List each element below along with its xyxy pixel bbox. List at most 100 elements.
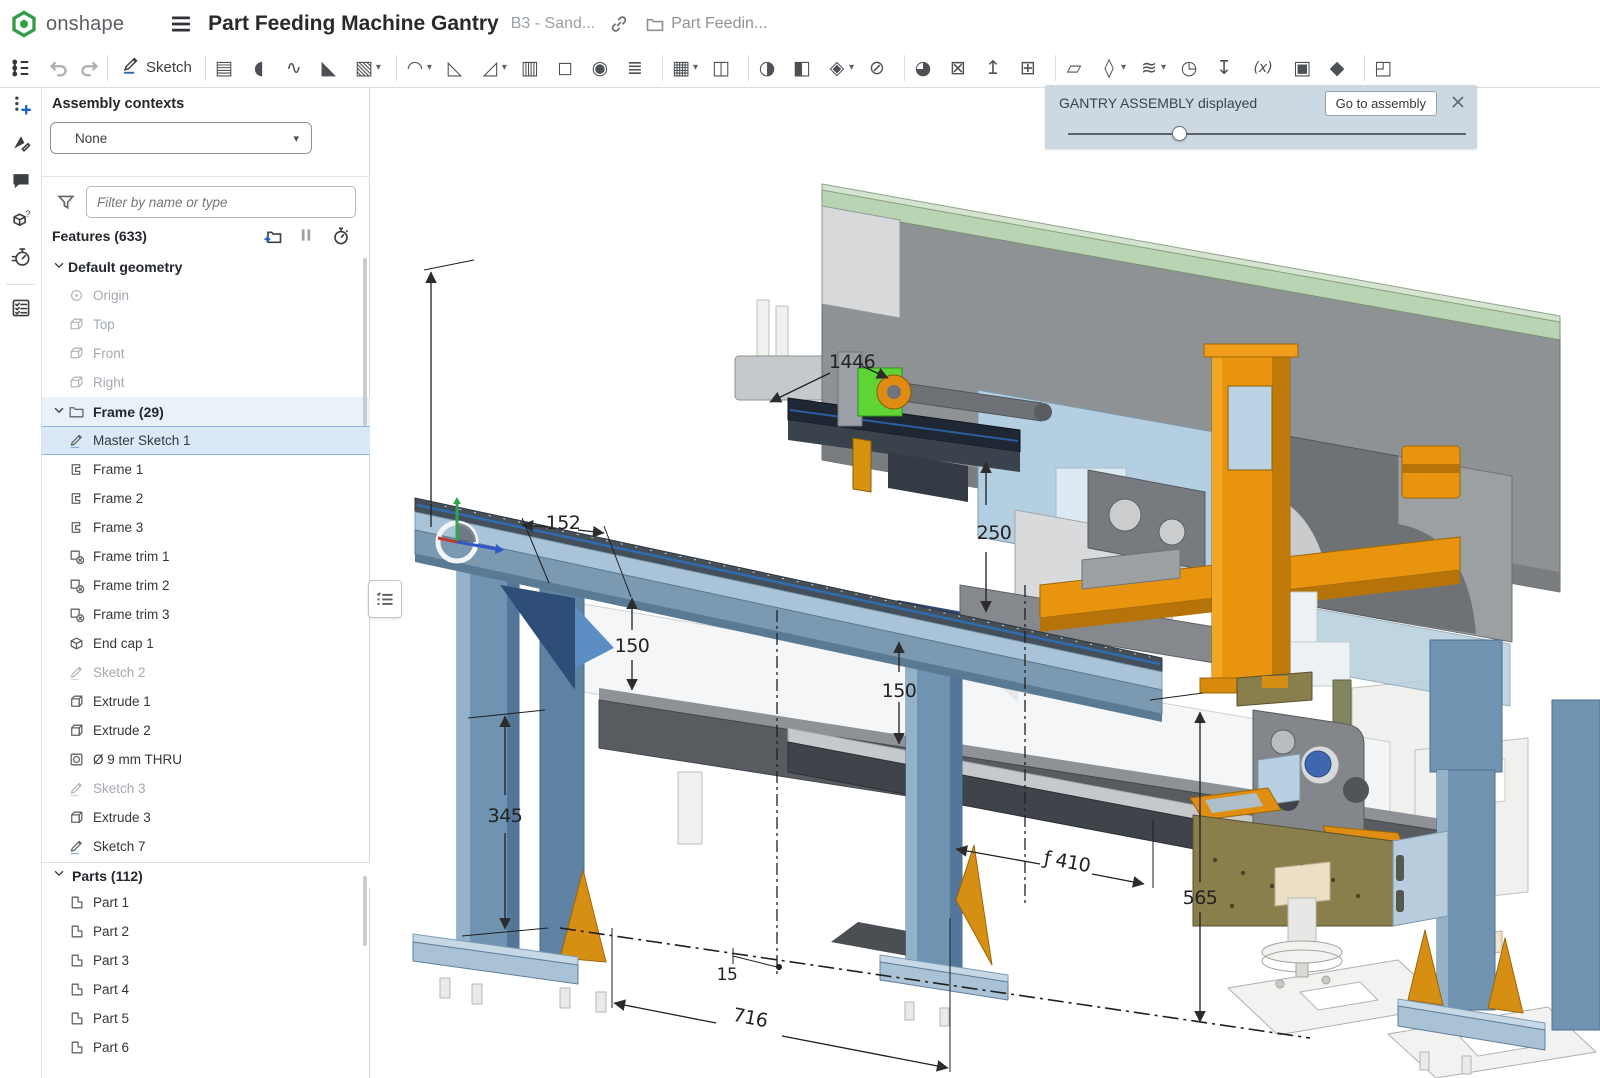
dimension-565[interactable]: 565 — [1183, 887, 1218, 909]
offset-surface-button[interactable]: ⊞ — [1015, 53, 1041, 83]
feature-item-frame-trim-3[interactable]: Frame trim 3 — [42, 600, 370, 629]
feature-item-sketch-3[interactable]: Sketch 3 — [42, 774, 370, 803]
feature-item-front[interactable]: Front — [42, 339, 370, 368]
draft-button[interactable]: ◿▾ — [477, 53, 508, 83]
chevron-down-icon[interactable]: ▾ — [1121, 62, 1126, 73]
parts-section-header[interactable]: Parts (112) — [42, 862, 370, 888]
chevron-down-icon[interactable]: ▾ — [427, 62, 432, 73]
feature-item-master-sketch-1[interactable]: Master Sketch 1 — [42, 426, 370, 455]
sketch-button[interactable]: Sketch — [113, 53, 200, 83]
feature-item-sketch-2[interactable]: Sketch 2 — [42, 658, 370, 687]
custom-tables-button[interactable] — [0, 291, 42, 329]
feature-item-frame-29[interactable]: Frame (29) — [42, 397, 370, 426]
part-item-part-4[interactable]: Part 4 — [42, 975, 370, 1004]
linked-document-name[interactable]: Part Feedin... — [671, 15, 767, 33]
hamburger-menu-icon[interactable] — [168, 11, 194, 37]
document-version[interactable]: B3 - Sand... — [511, 15, 596, 33]
graphics-area[interactable]: 1446 152 250 150 150 345 ƒ 410 565 15 71… — [370, 88, 1600, 1078]
dimension-716[interactable]: 716 — [731, 1004, 769, 1032]
shell-button[interactable]: ◻ — [552, 53, 578, 83]
fillet-button[interactable]: ◠▾ — [402, 53, 433, 83]
feature-item-default-geometry[interactable]: Default geometry — [42, 252, 370, 281]
feature-item-sketch-7[interactable]: Sketch 7 — [42, 832, 370, 861]
extrude-button[interactable]: ▤ — [211, 53, 237, 83]
insert-feature-button[interactable] — [0, 88, 42, 126]
mass-properties-button[interactable]: ◷ — [1176, 53, 1202, 83]
mirror-button[interactable]: ◫ — [708, 53, 734, 83]
feature-item-frame-1[interactable]: Frame 1 — [42, 455, 370, 484]
features-scrollbar[interactable] — [363, 258, 367, 426]
feature-item-end-cap-1[interactable]: End cap 1 — [42, 629, 370, 658]
part-item-part-1[interactable]: Part 1 — [42, 888, 370, 917]
go-to-assembly-button[interactable]: Go to assembly — [1325, 91, 1437, 116]
chevron-down-icon[interactable]: ▾ — [1161, 62, 1166, 73]
split-button[interactable]: ◧ — [789, 53, 815, 83]
document-title[interactable]: Part Feeding Machine Gantry — [208, 12, 499, 36]
chevron-down-icon[interactable]: ▾ — [502, 62, 507, 73]
linked-documents-icon[interactable] — [609, 14, 629, 34]
dimension-250[interactable]: 250 — [977, 522, 1012, 544]
chevron-down-icon[interactable] — [52, 403, 68, 420]
feature-item-extrude-2[interactable]: Extrude 2 — [42, 716, 370, 745]
chevron-down-icon[interactable]: ▾ — [693, 62, 698, 73]
feature-list-toggle-button[interactable] — [8, 53, 32, 83]
feature-item-frame-trim-1[interactable]: Frame trim 1 — [42, 542, 370, 571]
feature-item-9-mm-thru[interactable]: Ø 9 mm THRU — [42, 745, 370, 774]
surface-button[interactable]: ◊▾ — [1096, 53, 1127, 83]
display-blend-slider-track[interactable] — [1068, 133, 1466, 135]
move-face-button[interactable]: ↥ — [980, 53, 1006, 83]
dimension-15[interactable]: 15 — [717, 965, 738, 985]
close-icon[interactable] — [1449, 93, 1467, 111]
part-inspector-button[interactable]: ? — [0, 202, 42, 240]
sheet-metal-button[interactable]: ◰ — [1370, 53, 1396, 83]
loft-button[interactable]: ◣ — [316, 53, 342, 83]
feature-item-frame-3[interactable]: Frame 3 — [42, 513, 370, 542]
filter-icon[interactable] — [56, 192, 76, 217]
appearance-button[interactable] — [0, 126, 42, 164]
tag-button[interactable]: ◆ — [1324, 53, 1350, 83]
assembly-context-select[interactable]: None ▾ — [50, 122, 312, 154]
undo-button[interactable] — [46, 53, 70, 83]
chevron-down-icon[interactable]: ▾ — [849, 62, 854, 73]
hole-button[interactable]: ◉ — [587, 53, 613, 83]
thicken-button[interactable]: ▧▾ — [351, 53, 382, 83]
part-item-part-2[interactable]: Part 2 — [42, 917, 370, 946]
feature-item-frame-2[interactable]: Frame 2 — [42, 484, 370, 513]
chevron-down-icon[interactable] — [52, 258, 68, 275]
pause-icon[interactable] — [297, 226, 317, 246]
feature-item-right[interactable]: Right — [42, 368, 370, 397]
parts-scrollbar[interactable] — [363, 876, 367, 946]
sweep-button[interactable]: ∿ — [281, 53, 307, 83]
display-blend-slider-handle[interactable] — [1172, 126, 1187, 141]
linear-pattern-button[interactable]: ▦▾ — [668, 53, 699, 83]
feature-item-origin[interactable]: Origin — [42, 281, 370, 310]
display-states-button[interactable]: ▣ — [1289, 53, 1315, 83]
delete-face-button[interactable]: ⊠ — [945, 53, 971, 83]
dimension-345[interactable]: 345 — [488, 805, 523, 827]
redo-button[interactable] — [78, 53, 102, 83]
part-item-part-3[interactable]: Part 3 — [42, 946, 370, 975]
create-folder-icon[interactable] — [263, 226, 283, 246]
feature-item-top[interactable]: Top — [42, 310, 370, 339]
performance-button[interactable] — [0, 240, 42, 278]
stopwatch-icon[interactable] — [331, 226, 351, 246]
rib-button[interactable]: ▥ — [517, 53, 543, 83]
feature-item-frame-trim-2[interactable]: Frame trim 2 — [42, 571, 370, 600]
transform-button[interactable]: ◈▾ — [824, 53, 855, 83]
dimension-150-left[interactable]: 150 — [615, 635, 650, 657]
feature-filter-input[interactable] — [86, 186, 356, 218]
chamfer-button[interactable]: ◺ — [442, 53, 468, 83]
revolve-button[interactable]: ◖ — [246, 53, 272, 83]
import-button[interactable]: ↧ — [1211, 53, 1237, 83]
dimension-150-right[interactable]: 150 — [882, 680, 917, 702]
boolean-button[interactable]: ◑ — [754, 53, 780, 83]
dimension-152[interactable]: 152 — [546, 512, 581, 534]
chevron-down-icon[interactable]: ▾ — [376, 62, 381, 73]
dimension-1446[interactable]: 1446 — [829, 351, 875, 373]
feature-list-flyout-button[interactable] — [368, 580, 402, 618]
modify-fillet-button[interactable]: ◕ — [910, 53, 936, 83]
comments-button[interactable] — [0, 164, 42, 202]
feature-item-extrude-1[interactable]: Extrude 1 — [42, 687, 370, 716]
fill-surface-button[interactable]: ▱ — [1061, 53, 1087, 83]
dimension-410[interactable]: ƒ 410 — [1040, 847, 1092, 877]
